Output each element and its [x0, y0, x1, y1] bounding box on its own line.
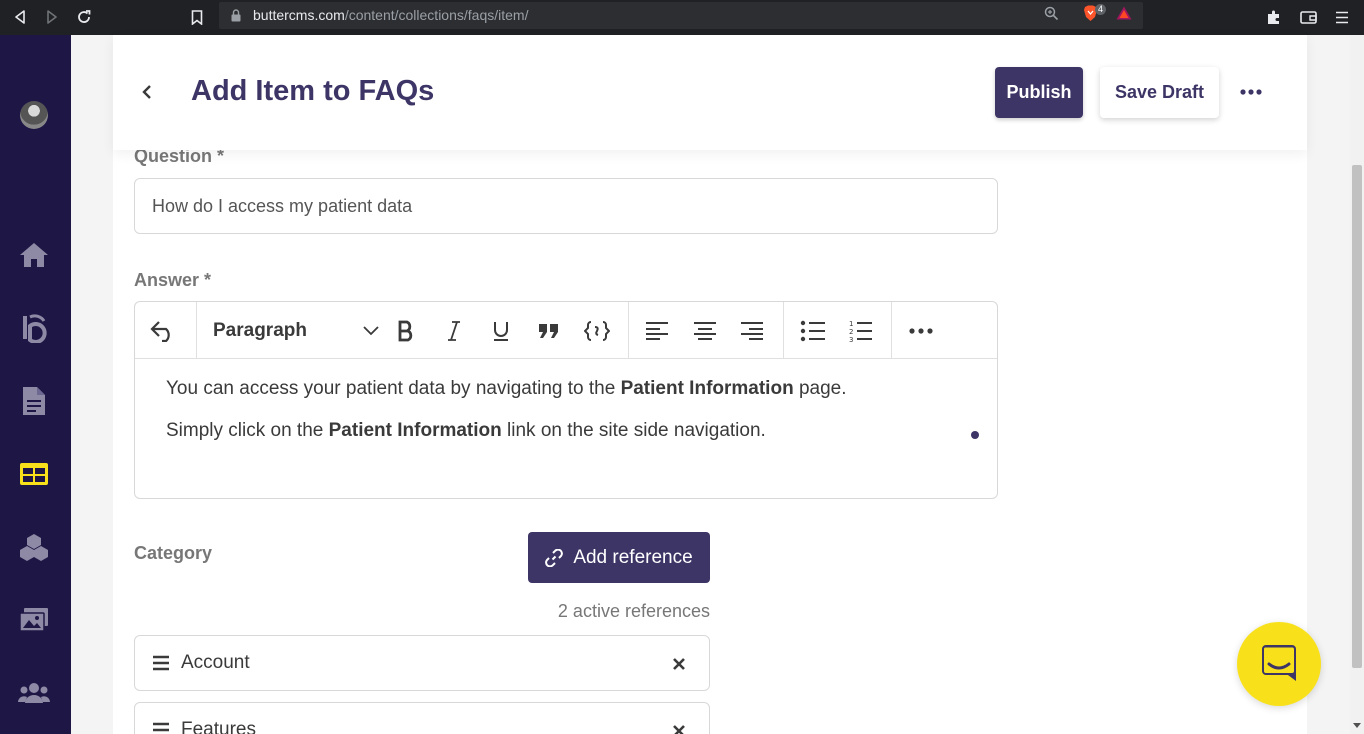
extensions-icon[interactable]: [1261, 4, 1287, 30]
shields-count-badge: 4: [1095, 4, 1107, 15]
browser-toolbar: buttercms.com/content/collections/faqs/i…: [0, 0, 1364, 35]
content-editor: Add Item to FAQs Publish Save Draft Ques…: [113, 35, 1307, 734]
block-format-select[interactable]: Paragraph: [213, 314, 379, 348]
wallet-icon[interactable]: [1295, 4, 1321, 30]
page-header: Add Item to FAQs Publish Save Draft: [113, 35, 1307, 150]
svg-text:2: 2: [849, 328, 853, 336]
reference-label: Features: [181, 719, 256, 734]
components-icon[interactable]: [18, 531, 50, 563]
bullet-list-icon[interactable]: [796, 314, 830, 348]
question-value: How do I access my patient data: [152, 195, 413, 216]
users-icon[interactable]: [18, 677, 50, 709]
bookmark-icon[interactable]: [184, 4, 210, 30]
add-reference-button[interactable]: Add reference: [528, 532, 710, 583]
svg-text:3: 3: [849, 336, 853, 343]
reference-item[interactable]: Features: [134, 702, 710, 734]
toolbar-separator: [783, 302, 784, 359]
answer-label: Answer *: [134, 270, 212, 290]
reference-label: Account: [181, 652, 250, 673]
save-draft-button[interactable]: Save Draft: [1100, 67, 1219, 118]
editor-content[interactable]: You can access your patient data by navi…: [166, 378, 966, 462]
numbered-list-icon[interactable]: 123: [844, 314, 878, 348]
lock-icon: [231, 9, 241, 27]
answer-paragraph: Simply click on the Patient Information …: [166, 420, 766, 441]
zoom-icon[interactable]: [1044, 6, 1059, 26]
align-right-icon[interactable]: [735, 314, 769, 348]
reload-icon[interactable]: [71, 4, 97, 30]
bold-icon[interactable]: [389, 314, 423, 348]
scrollbar-thumb[interactable]: [1352, 165, 1362, 668]
page-title: Add Item to FAQs: [191, 75, 435, 107]
publish-button[interactable]: Publish: [995, 67, 1083, 118]
editor-cursor-indicator: [971, 431, 979, 439]
toolbar-separator: [628, 302, 629, 359]
remove-reference-icon[interactable]: [669, 654, 689, 674]
blockquote-icon[interactable]: [532, 314, 566, 348]
chat-icon: [1262, 645, 1296, 681]
chat-widget-button[interactable]: [1237, 622, 1321, 706]
code-block-icon[interactable]: [580, 314, 614, 348]
drag-handle-icon[interactable]: [152, 655, 170, 676]
drag-handle-icon[interactable]: [152, 722, 170, 734]
brave-rewards-icon[interactable]: [1116, 6, 1132, 25]
toolbar-separator: [891, 302, 892, 359]
align-center-icon[interactable]: [688, 314, 722, 348]
chevron-down-icon: [363, 326, 379, 336]
url-text: buttercms.com/content/collections/faqs/i…: [253, 7, 529, 23]
add-reference-label: Add reference: [573, 546, 693, 568]
collections-icon[interactable]: [18, 458, 50, 490]
page-gutter: [1307, 35, 1350, 734]
forward-nav-icon[interactable]: [39, 4, 65, 30]
scrollbar[interactable]: [1350, 35, 1364, 734]
scroll-down-icon[interactable]: [1353, 723, 1361, 729]
editor-toolbar: Paragraph 1 2 3: [135, 302, 997, 359]
italic-icon[interactable]: [437, 314, 471, 348]
back-icon[interactable]: [137, 79, 157, 105]
sidebar: [0, 35, 71, 734]
align-left-icon[interactable]: [640, 314, 674, 348]
media-icon[interactable]: [18, 604, 50, 636]
address-bar[interactable]: buttercms.com/content/collections/faqs/i…: [219, 2, 1143, 29]
underline-icon[interactable]: [484, 314, 518, 348]
more-tools-icon[interactable]: [904, 314, 938, 348]
pages-icon[interactable]: [18, 385, 50, 417]
blog-icon[interactable]: [18, 312, 50, 344]
answer-rich-text-editor[interactable]: Paragraph 1 2 3 You can access your pati…: [134, 301, 998, 499]
undo-icon[interactable]: [146, 314, 180, 348]
back-nav-icon[interactable]: [7, 4, 33, 30]
home-icon[interactable]: [18, 239, 50, 271]
answer-paragraph: You can access your patient data by navi…: [166, 378, 847, 399]
link-icon: [545, 548, 564, 567]
toolbar-separator: [196, 302, 197, 359]
reference-item[interactable]: Account: [134, 635, 710, 691]
remove-reference-icon[interactable]: [669, 721, 689, 734]
block-format-value: Paragraph: [213, 320, 307, 341]
menu-icon[interactable]: [1329, 4, 1355, 30]
question-input[interactable]: How do I access my patient data: [134, 178, 998, 234]
more-options-icon[interactable]: [1239, 83, 1263, 101]
svg-text:1: 1: [849, 320, 853, 328]
active-references-count: 2 active references: [557, 601, 710, 621]
avatar[interactable]: [20, 101, 48, 129]
category-label: Category: [134, 543, 213, 563]
